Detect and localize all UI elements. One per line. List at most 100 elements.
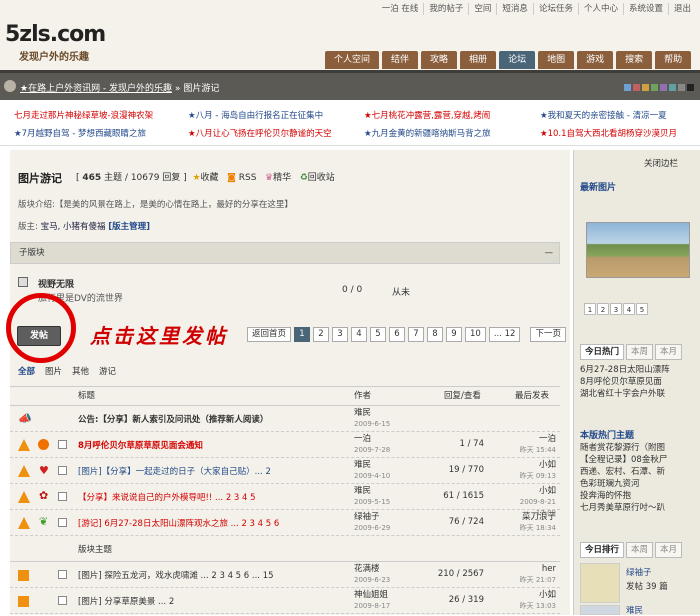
theme-swatch-icon[interactable]: [660, 84, 667, 91]
theme-swatch-icon[interactable]: [651, 84, 658, 91]
tab-guide[interactable]: 攻略: [421, 51, 458, 69]
close-sidebar-link[interactable]: 关闭边栏: [644, 157, 678, 169]
latest-photo[interactable]: [586, 222, 690, 278]
announcement-link[interactable]: ★七月桃花冲露营,露营,穿越,烤闹: [364, 109, 490, 121]
filter-other[interactable]: 其他: [72, 365, 89, 377]
pager-page[interactable]: 5: [370, 327, 387, 342]
photo-page[interactable]: 2: [597, 303, 609, 315]
announcement-link[interactable]: ★九月金黄的新疆喀纳斯马背之旅: [364, 127, 491, 139]
author-name[interactable]: 绿袖子: [354, 512, 380, 522]
tab-album[interactable]: 相册: [460, 51, 497, 69]
list-item[interactable]: 湖北省红十字会户外联: [580, 388, 670, 400]
author-name[interactable]: 花满楼: [354, 564, 380, 574]
moderator-manage-link[interactable]: [版主管理]: [108, 222, 150, 232]
digest-link[interactable]: 精华: [273, 173, 291, 183]
photo-page[interactable]: 5: [636, 303, 648, 315]
list-item[interactable]: 【全程记录】08金秋尸: [580, 454, 667, 466]
theme-swatch-icon[interactable]: [669, 84, 676, 91]
announcement-link[interactable]: ★八月让心飞扬在呼伦贝尔静谧的天空: [188, 127, 332, 139]
announcement-link[interactable]: ★7月越野自驾 - 梦想西藏眼睛之旅: [14, 127, 146, 139]
table-row[interactable]: 📣 公告:【分享】新人索引及问讯处（推荐新人阅读） 难民 2009-6-15: [10, 406, 560, 432]
subforum-name[interactable]: 视野无限: [38, 277, 74, 290]
tab-today-rank[interactable]: 今日排行: [580, 542, 625, 558]
announcement-link[interactable]: ★我和夏天的亲密接触 - 清凉一夏: [540, 109, 667, 121]
photo-page[interactable]: 3: [610, 303, 622, 315]
thread-checkbox[interactable]: [58, 492, 67, 501]
avatar[interactable]: [580, 563, 620, 603]
tab-help[interactable]: 帮助: [655, 51, 692, 69]
topnav-messages[interactable]: 短消息: [496, 3, 533, 15]
topnav-user[interactable]: 一泊 在线: [377, 3, 424, 15]
theme-swatch-icon[interactable]: [678, 84, 685, 91]
last-author[interactable]: 小如: [539, 460, 556, 470]
last-author[interactable]: 小如: [539, 590, 556, 600]
rank-user-name[interactable]: 难民: [626, 604, 643, 616]
tab-forum[interactable]: 论坛: [499, 51, 536, 69]
list-item[interactable]: 投奔海的怀抱: [580, 490, 667, 502]
subforum-row[interactable]: 视野无限 旅行里是DV的流世界 0 / 0 从未: [10, 272, 560, 308]
pager-page[interactable]: 2: [313, 327, 330, 342]
site-logo[interactable]: 5zls.com 发现户外的乐趣: [5, 22, 115, 63]
table-row[interactable]: ✿ 【分享】来说说自己的户外模导吧!! ... 2 3 4 5 难民 2009-5…: [10, 484, 560, 517]
pager-page[interactable]: 6: [389, 327, 406, 342]
theme-swatch-icon[interactable]: [633, 84, 640, 91]
thread-checkbox[interactable]: [58, 440, 67, 449]
list-item[interactable]: 8月呼伦贝尔草原见面: [580, 376, 670, 388]
pager-page[interactable]: 10: [465, 327, 486, 342]
new-post-button[interactable]: 发帖: [17, 326, 61, 346]
photo-page[interactable]: 1: [584, 303, 596, 315]
thread-title[interactable]: [图片]【分享】一起走过的日子（大家自己贴）... 2: [78, 465, 271, 477]
pager-page[interactable]: 8: [427, 327, 444, 342]
pager-page[interactable]: ... 12: [488, 327, 521, 342]
announcement-link[interactable]: 七月走过那片神秘绿草坡-浪漫神农架: [14, 109, 153, 121]
thread-title[interactable]: [图片] 探险五龙河，戏水虎啸滩 ... 2 3 4 5 6 ... 15: [78, 569, 274, 581]
rank-user-name[interactable]: 绿袖子: [626, 566, 652, 578]
rss-link[interactable]: RSS: [239, 173, 257, 183]
list-item[interactable]: 6月27-28日太阳山漂阵: [580, 364, 670, 376]
announcement-link[interactable]: ★10.1自驾大西北看胡杨穿沙漠贝月: [540, 127, 677, 139]
thread-title[interactable]: 公告:【分享】新人索引及问讯处（推荐新人阅读）: [78, 413, 268, 425]
pager-page[interactable]: 9: [446, 327, 463, 342]
filter-all[interactable]: 全部: [18, 365, 35, 377]
table-row[interactable]: ❦ [游记] 6月27-28日太阳山漂阵观水之旅 ... 2 3 4 5 6 绿…: [10, 510, 560, 536]
tab-games[interactable]: 游戏: [577, 51, 614, 69]
last-author[interactable]: her: [542, 564, 556, 574]
favorite-link[interactable]: 收藏: [201, 173, 219, 183]
topnav-space[interactable]: 空间: [468, 3, 496, 15]
moderator-names[interactable]: 宝马, 小猪有傻福: [41, 222, 106, 232]
last-author[interactable]: 小如: [539, 486, 556, 496]
recycle-link[interactable]: 回收站: [308, 173, 335, 183]
pager-page[interactable]: 1: [294, 327, 311, 342]
filter-photo[interactable]: 图片: [45, 365, 62, 377]
pager-back-home[interactable]: 返回首页: [247, 327, 292, 342]
thread-title[interactable]: 8月呼伦贝尔草原草原见面会通知: [78, 439, 203, 451]
author-name[interactable]: 难民: [354, 460, 371, 470]
thread-checkbox[interactable]: [58, 596, 67, 605]
tab-week-rank[interactable]: 本周: [626, 542, 654, 558]
theme-swatch-icon[interactable]: [624, 84, 631, 91]
topnav-profile[interactable]: 个人中心: [577, 3, 623, 15]
thread-checkbox[interactable]: [58, 518, 67, 527]
tab-map[interactable]: 地图: [538, 51, 575, 69]
table-row[interactable]: 8月呼伦贝尔草原草原见面会通知 一泊 2009-7-28 1 / 74 一泊 昨天 …: [10, 432, 560, 458]
list-item[interactable]: 西递、宏村、石潭、新: [580, 466, 667, 478]
avatar[interactable]: [580, 605, 620, 615]
pager-page[interactable]: 4: [351, 327, 368, 342]
table-row[interactable]: [图片] 分享草原美景 ... 2 神仙姐姐 2009-8-17 26 / 319…: [10, 588, 560, 614]
author-name[interactable]: 难民: [354, 486, 371, 496]
thread-title[interactable]: 【分享】来说说自己的户外模导吧!! ... 2 3 4 5: [78, 491, 256, 503]
photo-page[interactable]: 4: [623, 303, 635, 315]
topnav-settings[interactable]: 系统设置: [622, 3, 668, 15]
last-author[interactable]: 一泊: [539, 434, 556, 444]
theme-swatch-icon[interactable]: [642, 84, 649, 91]
tab-space[interactable]: 个人空间: [325, 51, 380, 69]
thread-title[interactable]: [游记] 6月27-28日太阳山漂阵观水之旅 ... 2 3 4 5 6: [78, 517, 279, 529]
author-name[interactable]: 难民: [354, 408, 371, 418]
theme-swatch-icon[interactable]: [687, 84, 694, 91]
topnav-logout[interactable]: 退出: [667, 3, 696, 15]
list-item[interactable]: 色彩斑斓九资河: [580, 478, 667, 490]
table-row[interactable]: [图片] 探险五龙河，戏水虎啸滩 ... 2 3 4 5 6 ... 15 花满…: [10, 562, 560, 588]
topnav-tasks[interactable]: 论坛任务: [532, 3, 578, 15]
pager-page[interactable]: 7: [408, 327, 425, 342]
topnav-my-posts[interactable]: 我的帖子: [423, 3, 468, 15]
